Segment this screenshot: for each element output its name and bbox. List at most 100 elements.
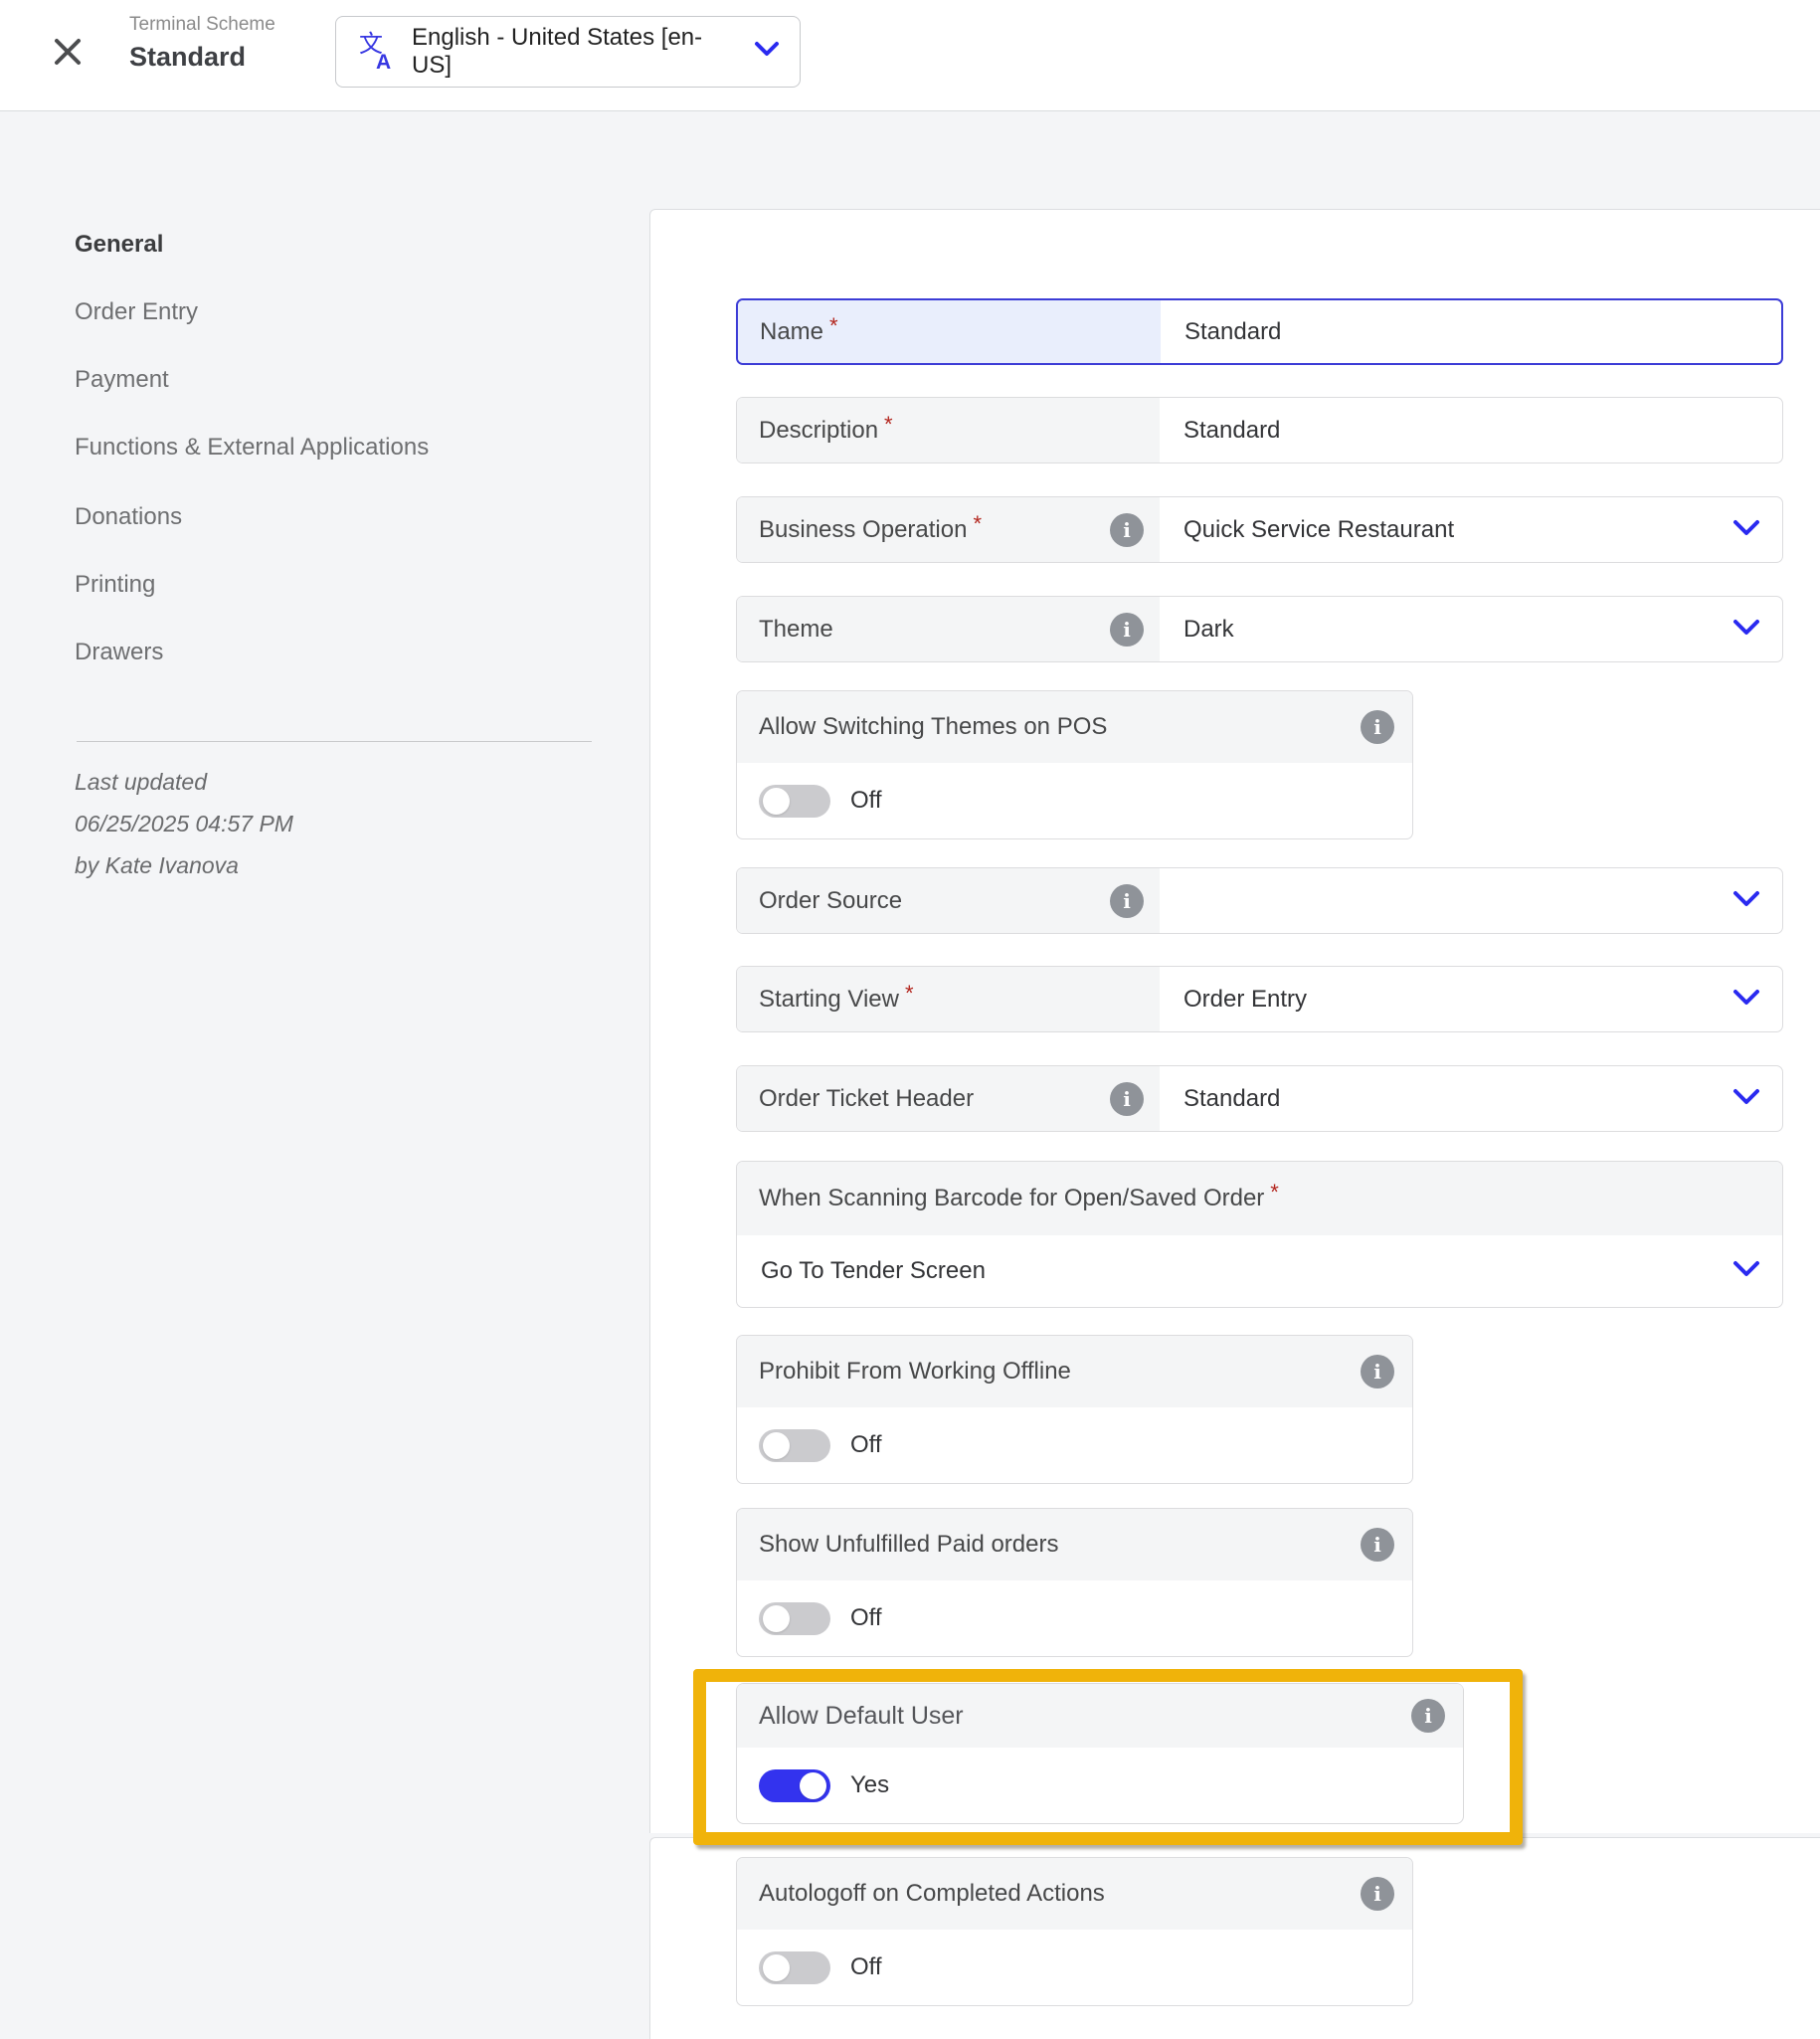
required-asterisk: * [884,412,893,438]
info-icon[interactable]: i [1110,513,1144,547]
order-ticket-header-row: Order Ticket Header i Standard [736,1065,1783,1132]
description-field-row: Description * Standard [736,397,1783,463]
autologoff-state: Off [850,1953,882,1981]
info-icon[interactable]: i [1411,1699,1445,1733]
show-unfulfilled-card: Show Unfulfilled Paid orders i Off [736,1508,1413,1657]
name-input[interactable]: Standard [1161,300,1781,363]
name-field-row: Name * Standard [736,298,1783,365]
toggle-knob [800,1772,826,1799]
chevron-down-icon [1732,616,1760,644]
info-icon[interactable]: i [1361,710,1394,744]
business-operation-value: Quick Service Restaurant [1183,516,1454,544]
starting-view-label: Starting View [759,986,899,1014]
business-operation-label-area: Business Operation * i [737,497,1160,562]
chevron-down-icon [1732,1257,1760,1285]
sidebar-item-printing[interactable]: Printing [75,571,155,599]
toggle-knob [763,1432,790,1459]
required-asterisk: * [905,981,914,1007]
show-unfulfilled-state: Off [850,1604,882,1632]
prohibit-offline-state: Off [850,1431,882,1459]
show-unfulfilled-body: Off [737,1580,1412,1656]
chevron-down-icon [1732,516,1760,544]
page-header: Terminal Scheme Standard 文 A English - U… [0,0,1820,111]
required-asterisk: * [973,511,982,537]
sidebar-item-general[interactable]: General [75,231,163,259]
description-field-label-area: Description * [737,398,1160,463]
order-source-row: Order Source i [736,867,1783,934]
barcode-scan-select[interactable]: Go To Tender Screen [737,1235,1782,1307]
language-selector-value: English - United States [en-US] [412,24,740,80]
info-icon[interactable]: i [1110,613,1144,647]
business-operation-row: Business Operation * i Quick Service Res… [736,496,1783,563]
allow-default-user-card: Allow Default User i Yes [736,1683,1464,1824]
starting-view-row: Starting View * Order Entry [736,966,1783,1032]
sidebar-item-drawers[interactable]: Drawers [75,639,163,666]
autologoff-card: Autologoff on Completed Actions i Off [736,1857,1413,2006]
description-input-value: Standard [1183,417,1280,445]
chevron-down-icon [754,41,780,63]
sidebar-item-donations[interactable]: Donations [75,503,182,531]
order-source-select[interactable] [1160,868,1782,933]
last-updated-info: Last updated 06/25/2025 04:57 PM by Kate… [75,761,293,886]
starting-view-select[interactable]: Order Entry [1160,967,1782,1031]
allow-default-user-body: Yes [737,1748,1463,1823]
toggle-knob [763,1605,790,1632]
theme-row: Theme i Dark [736,596,1783,662]
close-icon [51,35,85,74]
sidebar-item-payment[interactable]: Payment [75,366,169,394]
business-operation-label: Business Operation [759,516,967,544]
translate-icon: 文 A [356,29,398,76]
prohibit-offline-toggle[interactable] [759,1429,830,1462]
description-input[interactable]: Standard [1160,398,1782,463]
prohibit-offline-label: Prohibit From Working Offline [759,1358,1071,1386]
starting-view-value: Order Entry [1183,986,1307,1014]
chevron-down-icon [1732,1085,1760,1113]
order-ticket-header-label-area: Order Ticket Header i [737,1066,1160,1131]
name-field-label: Name [760,318,823,346]
allow-switching-themes-state: Off [850,787,882,815]
barcode-scan-label-area: When Scanning Barcode for Open/Saved Ord… [737,1162,1782,1235]
sidebar-item-functions-external-applications[interactable]: Functions & External Applications [75,434,429,462]
sidebar-item-order-entry[interactable]: Order Entry [75,298,198,326]
barcode-scan-row: When Scanning Barcode for Open/Saved Ord… [736,1161,1783,1308]
order-ticket-header-select[interactable]: Standard [1160,1066,1782,1131]
show-unfulfilled-toggle[interactable] [759,1602,830,1635]
show-unfulfilled-label: Show Unfulfilled Paid orders [759,1531,1059,1559]
theme-select[interactable]: Dark [1160,597,1782,661]
autologoff-body: Off [737,1930,1412,2005]
allow-switching-themes-card: Allow Switching Themes on POS i Off [736,690,1413,839]
allow-switching-themes-body: Off [737,763,1412,838]
order-ticket-header-value: Standard [1183,1085,1280,1113]
autologoff-toggle[interactable] [759,1951,830,1984]
scheme-type-label: Terminal Scheme [129,14,275,36]
barcode-scan-value: Go To Tender Screen [761,1257,986,1285]
info-icon[interactable]: i [1361,1528,1394,1562]
close-button[interactable] [48,34,88,74]
info-icon[interactable]: i [1110,1082,1144,1116]
show-unfulfilled-label-area: Show Unfulfilled Paid orders i [737,1509,1412,1580]
allow-switching-themes-toggle[interactable] [759,785,830,818]
last-updated-author: by Kate Ivanova [75,844,293,886]
order-source-label-area: Order Source i [737,868,1160,933]
starting-view-label-area: Starting View * [737,967,1160,1031]
toggle-knob [763,788,790,815]
name-input-value: Standard [1184,318,1281,346]
autologoff-label-area: Autologoff on Completed Actions i [737,1858,1412,1930]
theme-label-area: Theme i [737,597,1160,661]
info-icon[interactable]: i [1361,1877,1394,1911]
theme-value: Dark [1183,616,1234,644]
page-title: Standard [129,42,275,73]
allow-default-user-toggle[interactable] [759,1769,830,1802]
language-selector[interactable]: 文 A English - United States [en-US] [335,16,801,88]
order-ticket-header-label: Order Ticket Header [759,1085,974,1113]
last-updated-timestamp: 06/25/2025 04:57 PM [75,803,293,844]
allow-default-user-state: Yes [850,1771,889,1799]
allow-switching-themes-label: Allow Switching Themes on POS [759,713,1107,741]
business-operation-select[interactable]: Quick Service Restaurant [1160,497,1782,562]
allow-switching-themes-label-area: Allow Switching Themes on POS i [737,691,1412,763]
chevron-down-icon [1732,986,1760,1014]
info-icon[interactable]: i [1361,1355,1394,1389]
chevron-down-icon [1732,887,1760,915]
prohibit-offline-body: Off [737,1407,1412,1483]
info-icon[interactable]: i [1110,884,1144,918]
